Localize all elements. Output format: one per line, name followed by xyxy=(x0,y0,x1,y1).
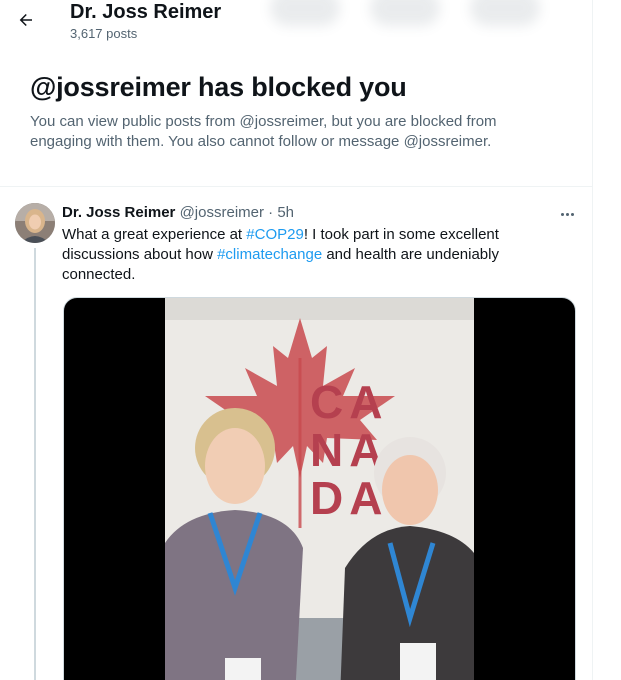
post-media[interactable]: CA NA DA xyxy=(63,297,576,680)
hashtag-climatechange[interactable]: #climatechange xyxy=(217,246,322,263)
post-text-part: What a great experience at xyxy=(62,226,247,243)
meta-separator: · xyxy=(263,204,278,221)
header-background-blur xyxy=(270,0,592,38)
more-options-button[interactable] xyxy=(556,205,578,223)
avatar-image xyxy=(15,203,55,243)
avatar[interactable] xyxy=(15,203,55,243)
right-gutter xyxy=(594,0,621,680)
blocked-description: You can view public posts from @jossreim… xyxy=(30,113,497,150)
section-divider xyxy=(0,186,592,187)
blocked-heading: @jossreimer has blocked you xyxy=(30,72,407,102)
back-button[interactable] xyxy=(12,6,40,34)
profile-name-title: Dr. Joss Reimer xyxy=(70,1,222,23)
post-header: Dr. Joss Reimer @jossreimer · 5h xyxy=(62,203,294,223)
arrow-left-icon xyxy=(19,14,32,26)
more-horizontal-icon xyxy=(560,212,574,216)
post-text: What a great experience at #COP29! I too… xyxy=(62,225,532,285)
post-time[interactable]: 5h xyxy=(277,204,294,221)
profile-header: Dr. Joss Reimer 3,617 posts xyxy=(0,0,592,50)
profile-column: Dr. Joss Reimer 3,617 posts @jossreimer … xyxy=(0,0,593,680)
posts-count: 3,617 posts xyxy=(70,26,138,41)
author-handle[interactable]: @jossreimer xyxy=(180,204,264,221)
hashtag-cop29[interactable]: #COP29 xyxy=(246,226,304,243)
photo-illustration: CA NA DA xyxy=(165,298,474,680)
author-name[interactable]: Dr. Joss Reimer xyxy=(62,204,175,221)
sign-text-1: CA xyxy=(310,376,388,428)
post-photo[interactable]: CA NA DA xyxy=(165,298,474,680)
thread-line xyxy=(34,248,36,680)
